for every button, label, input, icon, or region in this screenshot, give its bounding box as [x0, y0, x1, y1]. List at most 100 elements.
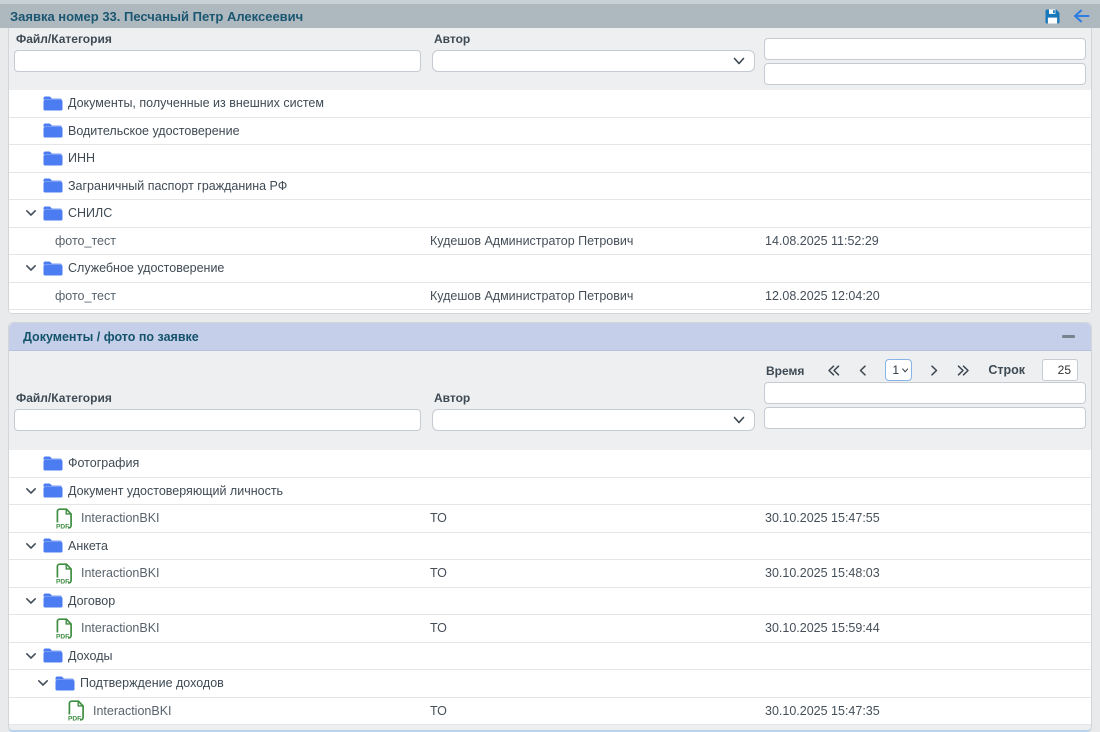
time-to-input[interactable] [764, 63, 1086, 85]
tree-row-file[interactable]: фото_тестКудешов Администратор Петрович1… [9, 283, 1091, 311]
tree-row-file[interactable]: PDF InteractionBKI ТО30.10.2025 15:48:03 [9, 560, 1091, 588]
folder-icon [43, 538, 63, 553]
tree-row-label: Фотография [68, 456, 139, 470]
tree-row-label: ИНН [68, 151, 95, 165]
svg-text:PDF: PDF [56, 578, 69, 584]
tree-row-time: 30.10.2025 15:48:03 [765, 566, 1091, 580]
tree-row-label: Документы, полученные из внешних систем [68, 96, 324, 110]
time-from-input[interactable] [764, 382, 1086, 404]
page-title: Заявка номер 33. Песчаный Петр Алексееви… [10, 9, 1044, 24]
tree-row-file[interactable]: PDFInteractionBKIТО30.10.2025 15:47:55 [9, 505, 1091, 533]
tree-row-author: Кудешов Администратор Петрович [430, 234, 765, 248]
folder-icon [43, 483, 63, 498]
tree-row-author: Кудешов Администратор Петрович [430, 289, 765, 303]
author-label: Автор [434, 391, 755, 405]
chevron-down-icon[interactable] [20, 261, 43, 275]
tree-row-folder[interactable]: Фотография [9, 450, 1091, 478]
time-from-input[interactable] [764, 38, 1086, 60]
panel-application-documents: Документы / фото по заявке 1 [8, 322, 1092, 732]
app-header: Заявка номер 33. Песчаный Петр Алексееви… [0, 4, 1100, 28]
tree-row-label: Служебное удостоверение [68, 261, 224, 275]
tree-row-file[interactable]: PDF InteractionBKI ТО30.10.2025 15:59:44 [9, 615, 1091, 643]
tree-row-label: Анкета [68, 539, 108, 553]
svg-text:PDF: PDF [56, 523, 69, 529]
time-label: Время [766, 364, 1086, 378]
tree-row-label: Договор [68, 594, 115, 608]
author-select[interactable] [432, 409, 755, 431]
panel2-bottom-filler [9, 725, 1091, 730]
time-to-input[interactable] [764, 407, 1086, 429]
chevron-down-icon[interactable] [20, 649, 43, 663]
folder-icon [43, 178, 63, 193]
tree-row-folder[interactable]: Документы, полученные из внешних систем [9, 90, 1091, 118]
tree-row-folder[interactable]: Подтверждение доходов [9, 670, 1091, 698]
tree-row-label: InteractionBKI [81, 621, 160, 635]
panel2-filters: Файл/Категория Автор Время [9, 387, 1091, 450]
tree-row-label: Документ удостоверяющий личность [68, 484, 283, 498]
pdf-icon: PDF [55, 508, 74, 529]
tree-row-label: Заграничный паспорт гражданина РФ [68, 179, 287, 193]
chevron-down-icon[interactable] [32, 676, 55, 690]
panel1-bottom-filler [9, 310, 1091, 313]
tree-row-time: 30.10.2025 15:59:44 [765, 621, 1091, 635]
folder-icon [43, 456, 63, 471]
tree-row-folder[interactable]: Документ удостоверяющий личность [9, 478, 1091, 506]
folder-icon [43, 206, 63, 221]
tree-row-file[interactable]: фото_тест Кудешов Администратор Петрович1… [9, 228, 1091, 256]
svg-text:PDF: PDF [56, 633, 69, 639]
folder-icon [43, 96, 63, 111]
tree-row-label: Подтверждение доходов [80, 676, 224, 690]
tree-row-folder[interactable]: Водительское удостоверение [9, 118, 1091, 146]
tree-row-label: СНИЛС [68, 206, 112, 220]
author-select[interactable] [432, 50, 755, 72]
tree-row-folder[interactable]: СНИЛС [9, 200, 1091, 228]
pdf-icon: PDF [55, 563, 74, 584]
tree-row-label: InteractionBKI [81, 511, 160, 525]
file-category-label: Файл/Категория [16, 391, 421, 405]
panel1-document-tree: Документы, полученные из внешних систем В… [9, 90, 1091, 310]
minimize-icon[interactable] [1059, 330, 1077, 344]
tree-row-label: Доходы [68, 649, 112, 663]
file-category-input[interactable] [14, 50, 421, 72]
tree-row-time: 12.08.2025 12:04:20 [765, 289, 1091, 303]
panel1-filters: Файл/Категория Автор [9, 28, 1091, 90]
tree-row-folder[interactable]: Служебное удостоверение [9, 255, 1091, 283]
chevron-down-icon[interactable] [20, 594, 43, 608]
folder-icon [43, 123, 63, 138]
tree-row-folder[interactable]: Заграничный паспорт гражданина РФ [9, 173, 1091, 201]
tree-row-folder[interactable]: Доходы [9, 643, 1091, 671]
pdf-icon: PDF [67, 700, 86, 721]
panel2-title: Документы / фото по заявке [23, 330, 1059, 344]
panel2-header: Документы / фото по заявке [9, 323, 1091, 351]
tree-row-label: Водительское удостоверение [68, 124, 240, 138]
tree-row-time: 14.08.2025 11:52:29 [765, 234, 1091, 248]
back-arrow-icon[interactable] [1072, 8, 1090, 24]
folder-icon [43, 593, 63, 608]
tree-row-file[interactable]: PDF InteractionBKI ТО30.10.2025 15:47:35 [9, 698, 1091, 726]
chevron-down-icon[interactable] [20, 539, 43, 553]
chevron-down-icon[interactable] [20, 484, 43, 498]
panel2-document-tree: Фотография Документ удостоверяющий личнос… [9, 450, 1091, 725]
save-icon[interactable] [1044, 8, 1061, 25]
author-label: Автор [434, 32, 755, 46]
panel-external-documents: Файл/Категория Автор Документы, полученн… [8, 28, 1092, 314]
tree-row-author: ТО [430, 566, 765, 580]
tree-row-author: ТО [430, 704, 765, 718]
tree-row-label: InteractionBKI [81, 566, 160, 580]
tree-row-author: ТО [430, 621, 765, 635]
file-category-input[interactable] [14, 409, 421, 431]
file-category-label: Файл/Категория [16, 32, 421, 46]
tree-row-folder[interactable]: ИНН [9, 145, 1091, 173]
chevron-down-icon[interactable] [20, 206, 43, 220]
tree-row-label: фото_тест [55, 234, 116, 248]
pdf-icon: PDF [55, 618, 74, 639]
svg-text:PDF: PDF [68, 716, 81, 722]
tree-row-label: InteractionBKI [93, 704, 172, 718]
folder-icon [43, 261, 63, 276]
tree-row-time: 30.10.2025 15:47:35 [765, 704, 1091, 718]
folder-icon [43, 151, 63, 166]
tree-row-folder[interactable]: Анкета [9, 533, 1091, 561]
folder-icon [55, 676, 75, 691]
tree-row-folder[interactable]: Договор [9, 588, 1091, 616]
tree-row-author: ТО [430, 511, 765, 525]
